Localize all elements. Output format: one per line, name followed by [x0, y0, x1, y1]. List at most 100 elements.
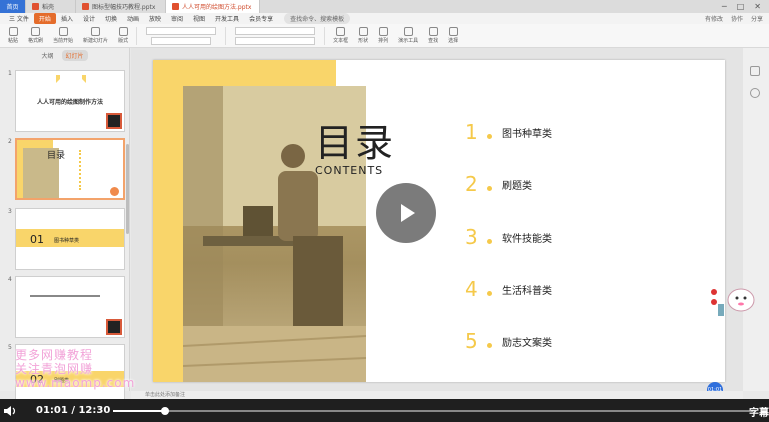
menu-insert[interactable]: 插入 [56, 14, 78, 23]
dot-icon [487, 239, 492, 244]
menu-member[interactable]: 会员专享 [244, 14, 278, 23]
presentation-tools-label: 演示工具 [398, 38, 419, 44]
menu-review[interactable]: 审阅 [166, 14, 188, 23]
select-button[interactable]: 选择 [444, 25, 462, 47]
qr-code-icon [106, 113, 122, 129]
arrange-icon [378, 27, 388, 36]
toc-item-3: 3 软件技能类 [465, 225, 552, 249]
indent-buttons[interactable] [235, 36, 316, 45]
ppt-icon [82, 3, 89, 10]
layout-button[interactable]: 版式 [114, 25, 132, 47]
select-icon [448, 27, 458, 36]
panel-tabs: 大纲 幻灯片 [0, 48, 129, 62]
tab-file-1[interactable]: 图标型幅技巧教程.pptx [76, 0, 166, 13]
share-button[interactable]: 分享 [751, 14, 763, 23]
watermark-line-3: www.maomp.com [15, 376, 136, 390]
layout-label: 版式 [118, 38, 129, 44]
time-display: 01:01 / 12:30 [36, 405, 110, 416]
progress-bar[interactable] [113, 407, 753, 415]
minimize-icon[interactable]: ─ [722, 2, 727, 11]
toc-item-2: 2 刷题类 [465, 172, 532, 196]
divider [225, 26, 227, 45]
slide-thumb-3[interactable]: 3 01 图书种草类 [0, 208, 130, 272]
menu-transition[interactable]: 切换 [100, 14, 122, 23]
menu-start[interactable]: 开始 [33, 13, 56, 24]
video-controls: 01:01 / 12:30 字幕 [0, 399, 769, 422]
play-button[interactable] [376, 183, 436, 243]
slide-number: 4 [8, 276, 12, 283]
new-slide-label: 新建幻灯片 [83, 38, 109, 44]
slide-number: 5 [8, 344, 12, 351]
tab-slides[interactable]: 幻灯片 [61, 49, 88, 61]
slide-thumbnail-selected[interactable]: 目录 [15, 138, 125, 200]
font-style-buttons[interactable] [151, 36, 212, 45]
arrange-button[interactable]: 排列 [374, 25, 392, 47]
play-from-current-icon [58, 27, 68, 36]
play-icon [401, 204, 415, 222]
slide-thumbnail[interactable]: 人人可用的绘图制作方法 [15, 70, 125, 132]
sidebar-scrollbar[interactable] [126, 144, 129, 234]
paste-label: 粘贴 [8, 38, 19, 44]
watermark: 更多网赚教程 关注青泡网赚 www.maomp.com [15, 348, 136, 390]
tab-docer-label: 稻壳 [42, 4, 55, 11]
format-painter-button[interactable]: 格式刷 [24, 25, 47, 47]
triangle-decor [56, 75, 86, 83]
presentation-tools-button[interactable]: 演示工具 [394, 25, 422, 47]
thumb-title: 目录 [47, 151, 66, 161]
toc-item-1: 1 图书种草类 [465, 120, 552, 144]
slide-thumbnail[interactable] [15, 276, 125, 338]
properties-icon[interactable] [750, 66, 760, 76]
menu-animation[interactable]: 动画 [122, 14, 144, 23]
menu-view[interactable]: 视图 [188, 14, 210, 23]
maximize-icon[interactable]: □ [737, 2, 745, 11]
title-bar: 首页 稻壳 图标型幅技巧教程.pptx 人人可用的绘图方法.pptx ─ □ ✕ [0, 0, 769, 13]
tab-docer[interactable]: 稻壳 [26, 0, 76, 13]
dot-icon [487, 291, 492, 296]
format-painter-label: 格式刷 [28, 38, 44, 44]
tab-file-2[interactable]: 人人可用的绘图方法.pptx [166, 0, 260, 13]
arrange-label: 排列 [378, 38, 389, 44]
progress-knob[interactable] [161, 407, 169, 415]
search-input[interactable]: 查找命令、搜索模板 [284, 13, 351, 24]
notes-bar[interactable]: 单击此处添加备注 [131, 391, 743, 399]
align-buttons[interactable] [235, 26, 316, 35]
thumb-list [79, 150, 109, 190]
tab-file-1-label: 图标型幅技巧教程.pptx [92, 4, 156, 11]
add-slide-icon[interactable] [110, 187, 119, 196]
unsaved-status[interactable]: 有修改 [705, 14, 723, 23]
slide[interactable]: 目录 CONTENTS 1 图书种草类 2 刷题类 3 软件技能类 4 生活科普类 5 励… [153, 60, 725, 382]
tab-file-2-label: 人人可用的绘图方法.pptx [182, 4, 252, 11]
slide-number: 2 [8, 138, 12, 145]
shape-button[interactable]: 形状 [354, 25, 372, 47]
caption-button[interactable]: 字幕 [749, 404, 769, 419]
tab-home[interactable]: 首页 [0, 0, 26, 13]
textbox-button[interactable]: 文本框 [329, 25, 352, 47]
menu-developer[interactable]: 开发工具 [210, 14, 244, 23]
mascot-sticker [708, 280, 758, 320]
close-icon[interactable]: ✕ [754, 2, 761, 11]
slide-thumbnail[interactable]: 01 图书种草类 [15, 208, 125, 270]
search-icon [428, 27, 438, 36]
new-slide-button[interactable]: 新建幻灯片 [79, 25, 112, 47]
slide-number: 1 [8, 70, 12, 77]
watermark-line-2: 关注青泡网赚 [15, 362, 94, 376]
font-family-field[interactable] [146, 26, 217, 35]
toc-text: 励志文案类 [502, 337, 552, 349]
from-current-button[interactable]: 当前开始 [49, 25, 77, 47]
slide-thumb-4[interactable]: 4 [0, 276, 130, 340]
animation-icon[interactable] [750, 88, 760, 98]
volume-icon[interactable] [4, 405, 18, 417]
menu-design[interactable]: 设计 [78, 14, 100, 23]
presentation-icon [403, 27, 413, 36]
dot-icon [487, 134, 492, 139]
tab-outline[interactable]: 大纲 [41, 51, 53, 60]
menu-slideshow[interactable]: 放映 [144, 14, 166, 23]
find-button[interactable]: 查找 [424, 25, 442, 47]
toc-item-4: 4 生活科普类 [465, 277, 552, 301]
collaborate-button[interactable]: 协作 [731, 14, 743, 23]
slide-thumb-2[interactable]: 2 目录 [0, 138, 130, 202]
toc-number: 1 [465, 120, 478, 144]
slide-thumb-1[interactable]: 1 人人可用的绘图制作方法 [0, 70, 130, 134]
paste-button[interactable]: 粘贴 [4, 25, 22, 47]
menu-file[interactable]: 三 文件 [4, 14, 34, 23]
